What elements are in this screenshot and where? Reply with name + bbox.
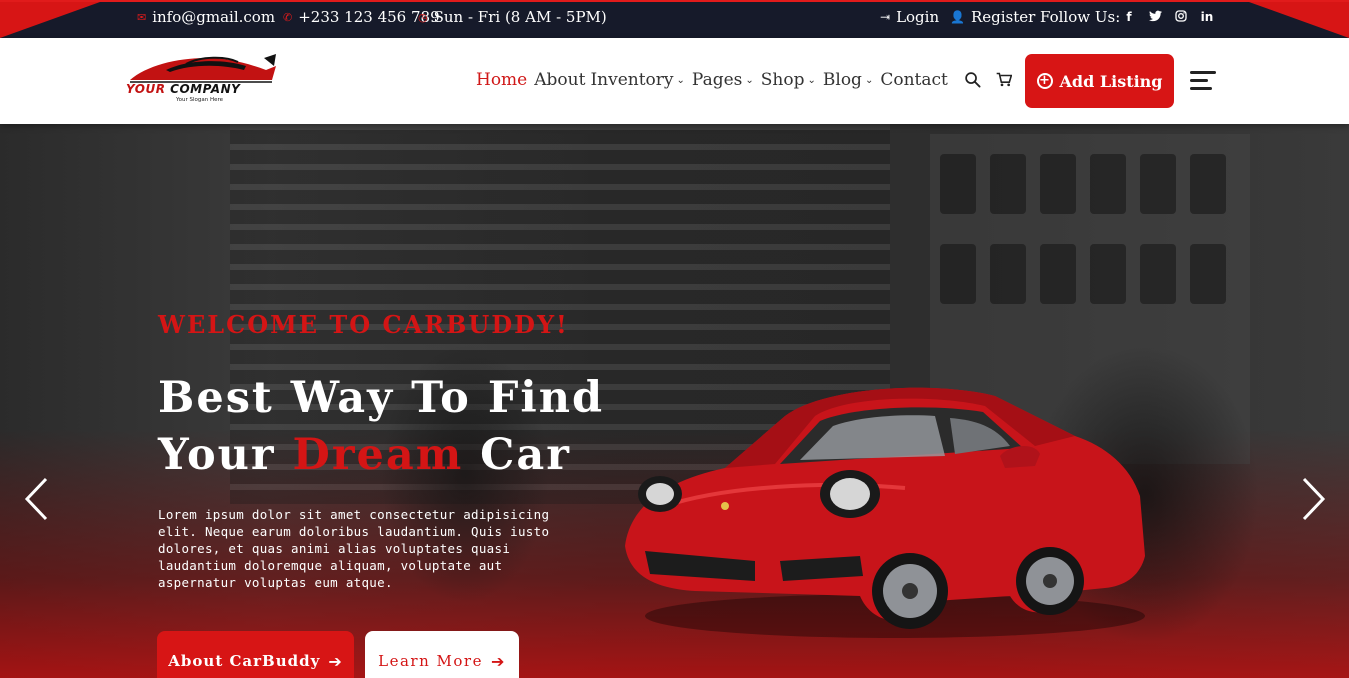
- chevron-down-icon: ⌄: [745, 74, 754, 86]
- arrow-right-icon: ➔: [328, 651, 343, 671]
- nav-inventory[interactable]: Inventory ⌄: [590, 70, 684, 90]
- search-icon[interactable]: [964, 71, 981, 92]
- topbar-phone[interactable]: ✆ +233 123 456 789: [283, 8, 440, 26]
- topbar-accent-left: [0, 2, 100, 38]
- red-sports-car-image: [625, 387, 1145, 638]
- register-text: Register: [970, 8, 1036, 26]
- user-icon: 👤: [950, 10, 965, 24]
- logo-word-company: COMPANY: [170, 82, 241, 96]
- nav-label: Pages: [691, 70, 743, 90]
- login-text: Login: [896, 8, 940, 26]
- add-listing-button[interactable]: + Add Listing: [1025, 54, 1174, 108]
- clock-icon: ◷: [418, 10, 428, 24]
- hero-title-line1: Best Way To Find: [158, 373, 605, 423]
- linkedin-icon[interactable]: in: [1200, 10, 1214, 25]
- login-link[interactable]: ⇥ Login: [880, 8, 939, 26]
- plus-circle-icon: +: [1036, 73, 1053, 89]
- hero-welcome: WELCOME TO CARBUDDY!: [158, 310, 569, 339]
- hero-title-word-car: Car: [463, 430, 571, 480]
- slider-prev-arrow-icon[interactable]: [22, 476, 52, 522]
- nav-pages[interactable]: Pages ⌄: [692, 70, 754, 90]
- email-text: info@gmail.com: [152, 8, 276, 26]
- hero-description: Lorem ipsum dolor sit amet consectetur a…: [158, 507, 550, 590]
- about-carbuddy-button[interactable]: About CarBuddy ➔: [157, 631, 354, 678]
- nav-home[interactable]: Home: [476, 70, 527, 90]
- hours-text: Sun - Fri (8 AM - 5PM): [433, 8, 607, 26]
- topbar-accent-right: [1249, 2, 1349, 38]
- nav-label: About: [534, 70, 586, 90]
- facebook-icon[interactable]: f: [1122, 10, 1136, 25]
- nav-label: Blog: [822, 70, 862, 90]
- nav-label: Contact: [880, 70, 948, 90]
- company-logo[interactable]: YOUR COMPANY Your Slogan Here: [126, 52, 278, 114]
- car-logo-icon: [130, 54, 276, 83]
- login-icon: ⇥: [880, 10, 891, 24]
- nav-contact[interactable]: Contact: [880, 70, 948, 90]
- slider-next-arrow-icon[interactable]: [1298, 476, 1328, 522]
- hamburger-menu-icon[interactable]: [1190, 71, 1216, 91]
- topbar-hours: ◷ Sun - Fri (8 AM - 5PM): [418, 8, 607, 26]
- nav-shop[interactable]: Shop ⌄: [761, 70, 816, 90]
- logo-word-your: YOUR: [126, 82, 166, 96]
- nav-label: Inventory: [590, 70, 674, 90]
- chevron-down-icon: ⌄: [676, 74, 685, 86]
- nav-blog[interactable]: Blog ⌄: [823, 70, 873, 90]
- social-links: f in: [1122, 10, 1214, 25]
- about-button-label: About CarBuddy: [168, 652, 321, 670]
- hero-title-highlight: Dream: [292, 430, 464, 480]
- learn-more-button[interactable]: Learn More ➔: [365, 631, 519, 678]
- instagram-icon[interactable]: [1174, 10, 1188, 25]
- add-listing-label: Add Listing: [1059, 71, 1163, 91]
- learn-more-label: Learn More: [378, 652, 483, 670]
- topbar-email[interactable]: ✉ info@gmail.com: [137, 8, 275, 26]
- logo-wordmark: YOUR COMPANY: [126, 82, 240, 96]
- register-link[interactable]: 👤 Register: [950, 8, 1035, 26]
- logo-slogan: Your Slogan Here: [176, 97, 224, 103]
- chevron-down-icon: ⌄: [864, 74, 874, 86]
- main-header: YOUR COMPANY Your Slogan Here Home About…: [0, 38, 1349, 124]
- hero-title: Best Way To Find Your Dream Car: [158, 370, 604, 484]
- envelope-icon: ✉: [137, 10, 147, 24]
- nav-about[interactable]: About: [534, 70, 585, 90]
- nav-label: Shop: [760, 70, 805, 90]
- phone-icon: ✆: [283, 10, 293, 24]
- follow-us-label: Follow Us:: [1040, 8, 1121, 26]
- arrow-right-icon: ➔: [490, 651, 506, 671]
- twitter-icon[interactable]: [1148, 10, 1162, 25]
- cart-icon[interactable]: [996, 72, 1013, 91]
- nav-label: Home: [476, 70, 528, 90]
- top-bar: ✉ info@gmail.com ✆ +233 123 456 789 ◷ Su…: [0, 0, 1349, 38]
- hero-title-word-your: Your: [158, 430, 293, 480]
- hero-slider: WELCOME TO CARBUDDY! Best Way To Find Yo…: [0, 124, 1349, 678]
- chevron-down-icon: ⌄: [807, 74, 816, 86]
- main-nav: Home About Inventory ⌄ Pages ⌄ Shop ⌄ Blog ⌄…: [476, 70, 955, 90]
